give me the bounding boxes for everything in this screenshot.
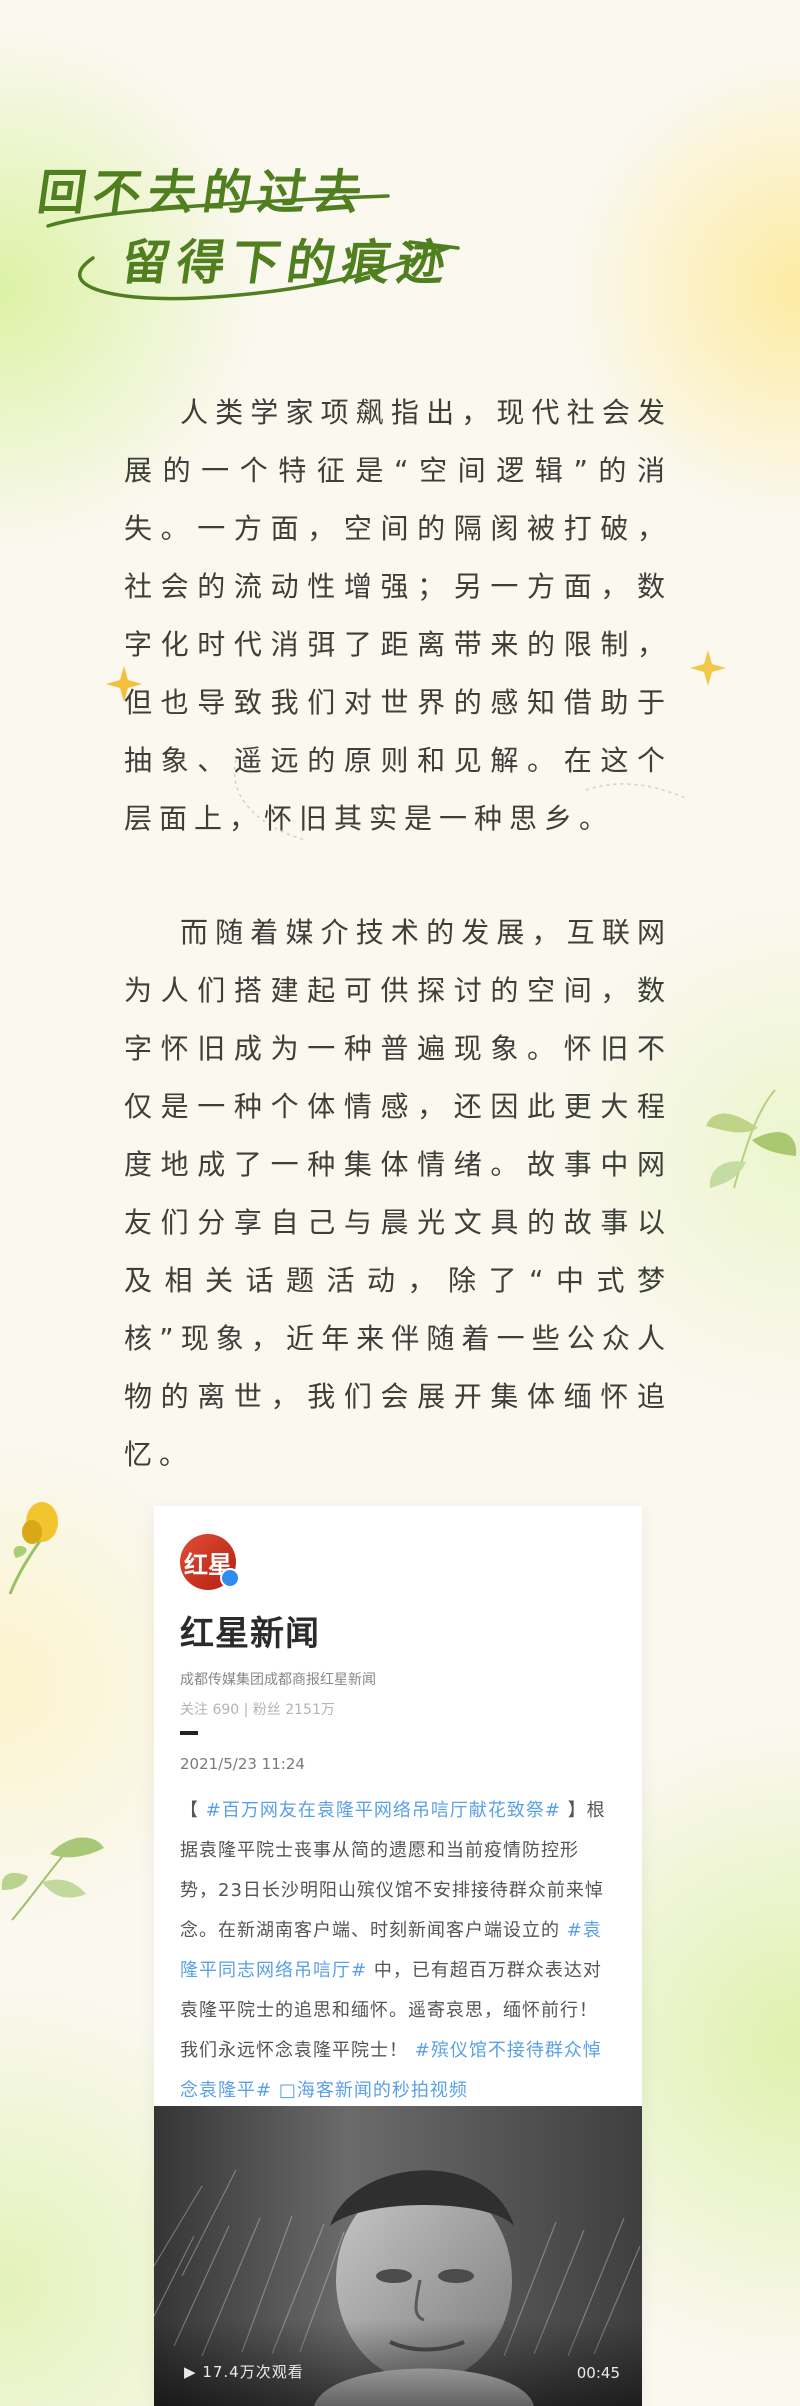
news-date: 2021/5/23 11:24 <box>180 1755 305 1773</box>
play-icon: ▶ <box>184 2363 203 2381</box>
news-account-stats: 关注 690 | 粉丝 2151万 <box>180 1702 335 1718</box>
news-body-prefix: 【 <box>180 1800 199 1821</box>
news-video-frame[interactable]: ▶ 17.4万次观看 00:45 <box>154 2106 642 2406</box>
flower-icon-left <box>8 1502 58 1595</box>
sparkle-icon-right <box>690 650 726 686</box>
news-body: 【 #百万网友在袁隆平网络吊唁厅献花致祭# 】根据袁隆平院士丧事从简的遗愿和当前… <box>180 1791 616 2111</box>
news-tag-1[interactable]: #百万网友在袁隆平网络吊唁厅献花致祭# <box>206 1800 561 1821</box>
news-account-name[interactable]: 红星新闻 <box>180 1606 620 1655</box>
news-divider <box>180 1731 198 1735</box>
news-video-link[interactable]: □海客新闻的秒拍视频 <box>279 2080 468 2101</box>
news-account-subtitle: 成都传媒集团成都商报红星新闻 <box>180 1672 376 1688</box>
news-body-text-1: 】根据袁隆平院士丧事从简的遗愿和当前疫情防控形势，23日长沙明阳山殡仪馆不安排接… <box>180 1800 606 1941</box>
verified-badge-icon <box>220 1568 240 1588</box>
video-play-count[interactable]: ▶ 17.4万次观看 <box>184 2361 304 2382</box>
article-paragraph-2: 而随着媒介技术的发展，互联网为人们搭建起可供探讨的空间，数字怀旧成为一种普遍现象… <box>124 904 672 1484</box>
news-card[interactable]: 红星 红星新闻 成都传媒集团成都商报红星新闻 关注 690 | 粉丝 2151万… <box>154 1506 642 2406</box>
paragraph-text-2: 而随着媒介技术的发展，互联网为人们搭建起可供探讨的空间，数字怀旧成为一种普遍现象… <box>124 916 672 1471</box>
leaf-icon-right <box>706 1089 797 1189</box>
news-logo[interactable]: 红星 <box>180 1534 240 1590</box>
hero-title: 回不去的过去 留得下的痕迹 <box>34 167 518 320</box>
video-duration: 00:45 <box>576 2364 620 2382</box>
article-paragraph-1: 人类学家项飙指出，现代社会发展的一个特征是“空间逻辑”的消失。一方面，空间的隔阂… <box>124 384 672 848</box>
leaf-icon-left <box>1 1837 104 1921</box>
title-swash-icon <box>46 194 460 301</box>
news-header: 红星 红星新闻 成都传媒集团成都商报红星新闻 关注 690 | 粉丝 2151万… <box>180 1534 620 2111</box>
video-view-text: 17.4万次观看 <box>202 2363 304 2381</box>
paragraph-text-1: 人类学家项飙指出，现代社会发展的一个特征是“空间逻辑”的消失。一方面，空间的隔阂… <box>124 396 672 835</box>
